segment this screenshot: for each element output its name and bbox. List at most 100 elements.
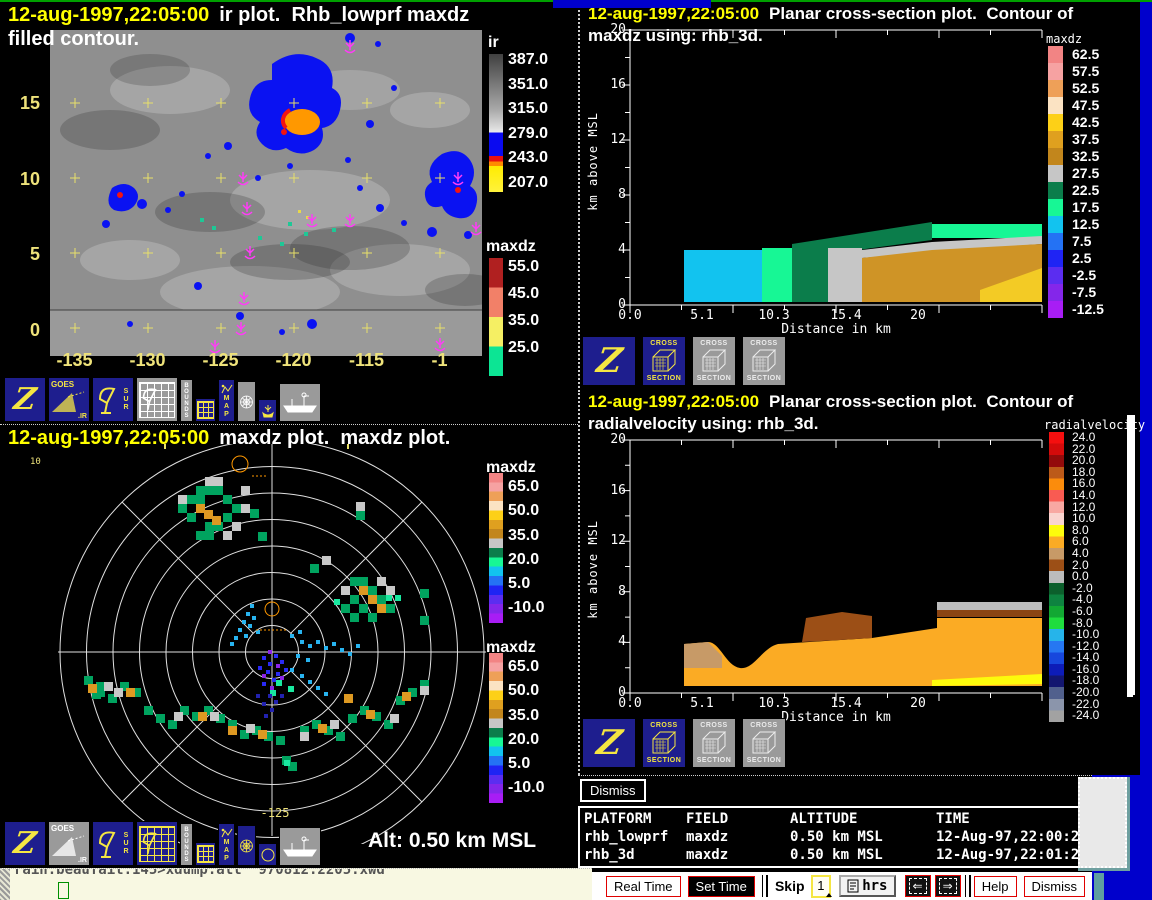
satellite-overlay [50,30,482,356]
bounds-button[interactable]: BOUNDS [180,823,193,866]
polar-grid-icon [238,837,255,855]
colorbar-title: ir [488,34,499,52]
ir-colorbar [489,54,503,192]
radar-dish-icon [141,383,163,415]
panel-xsection-radialvelocity: 12-aug-1997,22:05:00Planar cross-section… [578,390,1140,775]
surveillance-radar-button[interactable]: SUR [92,377,134,422]
dismiss-button[interactable]: Dismiss [1024,876,1086,897]
tick-label: 0 [4,320,40,340]
ship-button[interactable] [279,827,321,866]
tick-label: -115 [330,350,403,371]
divider [762,875,764,897]
tick-label: 10 [4,169,40,189]
small-grid-button[interactable] [195,842,216,866]
scrollbar[interactable] [1127,415,1133,697]
zeb-logo-button[interactable]: Z [4,377,46,422]
x-axis-label: Distance in km [756,322,916,337]
window-resize-edge [0,869,10,900]
goes-ir-button[interactable]: GOES .IR [48,821,90,866]
y-axis-label: km above MSL [586,520,600,619]
satellite-image [50,30,482,356]
cube-icon [650,348,678,374]
cube-icon [750,348,778,374]
column-header: TIME [936,810,1086,828]
map-route-icon [220,383,234,395]
ship-button[interactable] [279,383,321,422]
timestamp: 12-aug-1997,22:05:00 [8,427,209,449]
panel-ir-plot: 12-aug-1997,22:05:00ir plot. Rhb_lowprf … [0,2,578,424]
column-header: ALTITUDE [790,810,936,828]
buoy-button[interactable] [258,399,277,422]
cold-dot [281,129,287,135]
set-time-button[interactable]: Set Time [688,876,755,897]
cross-section-button[interactable]: CROSS SECTION [742,718,786,768]
dismiss-button[interactable]: Dismiss [580,779,646,802]
cross-section-button[interactable]: CROSS SECTION [692,718,736,768]
skip-value-input[interactable]: 1 [811,875,832,898]
bounds-button[interactable]: BOUNDS [180,379,193,422]
grid-radar-button[interactable] [136,821,178,866]
desktop: 12-aug-1997,22:05:00ir plot. Rhb_lowprf … [0,0,1152,900]
maxdz-colorbar [489,653,503,803]
zeb-logo: Z [12,382,39,417]
contour-fill [684,222,1042,302]
x-axis-ticks: 0.05.110.315.420 [594,696,1078,711]
cross-section-button[interactable]: CROSS SECTION [742,336,786,386]
cube-icon [750,730,778,756]
help-button[interactable]: Help [974,876,1017,897]
table-row: rhb_lowprfmaxdz0.50 km MSL12-Aug-97,22:0… [584,828,1086,846]
panel-title: 12-aug-1997,22:05:00ir plot. Rhb_lowprf … [8,4,469,27]
grid-radar-button[interactable] [136,377,178,422]
divider [969,875,971,897]
goes-ir-button[interactable]: GOES .IR [48,377,90,422]
cross-section-button[interactable]: CROSS SECTION [692,336,736,386]
x-axis-ticks: -135-130-125-120-115-1 [38,350,478,371]
small-grid-button[interactable] [195,398,216,422]
maxdz-colorbar [489,258,503,376]
lon-tick: -125 [255,806,295,820]
time-control-bar: Real Time Set Time Skip 1 hrs ⇐ ⇒ Help D… [592,872,1092,900]
zeb-logo-button[interactable]: Z [582,718,636,768]
zeb-logo-button[interactable]: Z [4,821,46,866]
cold-core-blob [284,109,320,135]
menu-sheet-icon [847,879,859,893]
tick-label: -125 [184,350,257,371]
maxdz-colorbar-values: 55.045.035.025.0 [508,253,539,361]
left-arrow-icon: ⇐ [909,878,927,894]
contour-fill [684,602,1042,686]
toolbar: Z GOES .IR SUR BOUNDS MAP [4,377,321,422]
window-edge [1094,873,1104,900]
maxdz-colorbar-values: 62.557.552.547.542.537.532.527.522.517.5… [1072,46,1104,318]
zeb-logo-button[interactable]: Z [582,336,636,386]
tick-label: 15 [4,93,40,113]
maxdz-colorbar [489,473,503,623]
radialvelocity-colorbar-values: 24.022.020.018.016.014.012.010.08.06.04.… [1072,432,1099,722]
tick-label: -120 [257,350,330,371]
real-time-button[interactable]: Real Time [606,876,681,897]
step-forward-button[interactable]: ⇒ [935,875,961,897]
polar-grid-button[interactable] [237,825,256,866]
x-axis-ticks: 0.05.110.315.420 [594,308,1078,323]
window-edge [553,0,711,8]
table-row: rhb_3dmaxdz0.50 km MSL12-Aug-97,22:01:21 [584,846,1086,864]
hours-menu-button[interactable]: hrs [839,875,895,897]
map-button[interactable]: MAP [218,379,235,422]
column-header: PLATFORM [584,810,686,828]
polar-grid-button[interactable] [237,381,256,422]
timestamp: 12-aug-1997,22:05:00 [8,4,209,26]
toolbar: Z GOES .IR SUR BOUNDS MAP [4,821,321,866]
step-back-button[interactable]: ⇐ [905,875,931,897]
buoy-icon [260,403,276,419]
map-button[interactable]: MAP [218,823,235,866]
cross-section-button-active[interactable]: CROSS SECTION [642,336,686,386]
radar-echoes [84,477,429,771]
range-rings [58,444,486,844]
lat-tick: 10 [30,457,41,467]
rings-button[interactable] [258,843,277,866]
terminal-window[interactable]: rain:beaufait:145>xdump.all 970812.2205.… [0,868,592,900]
scrollbar-track[interactable] [1078,777,1127,868]
cross-section-button-active[interactable]: CROSS SECTION [642,718,686,768]
table-header: PLATFORMFIELDALTITUDETIME [584,810,1086,828]
y-axis-ticks: 201612840 [604,22,626,313]
surveillance-radar-button[interactable]: SUR [92,821,134,866]
